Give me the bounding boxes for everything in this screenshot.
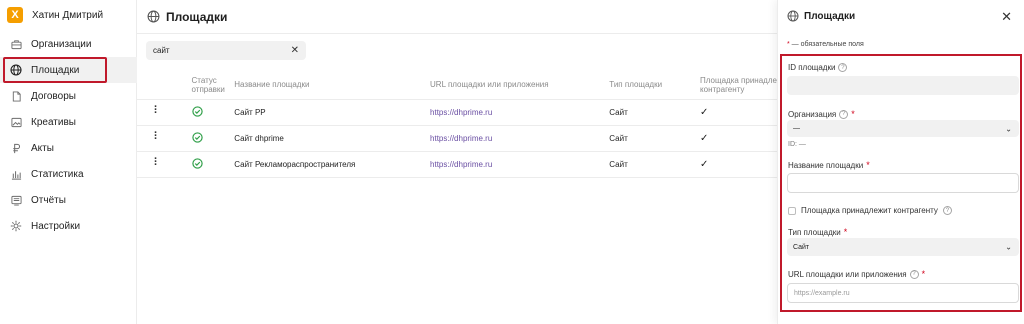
url-input-placeholder: https://example.ru [794,289,850,297]
check-icon: ✓ [700,106,709,118]
sidebar-item-sites[interactable]: Площадки [0,57,137,83]
briefcase-icon [10,38,22,50]
organization-select-value: — [793,125,800,132]
main-header: Площадки [137,0,777,34]
required-star: * [921,269,926,279]
col-menu [137,71,179,99]
app-root: Х Хатин Дмитрий Организации Площадки Дог… [0,0,1024,324]
required-fields-note: * — обязательные поля [787,41,864,48]
bar-chart-icon [10,168,22,180]
row-type: Сайт [609,150,701,178]
globe-icon [787,10,799,22]
site-type-field-label: Тип площадки * [788,227,848,237]
logo-badge: Х [7,7,23,23]
sidebar-item-label: Настройки [31,220,81,232]
row-menu-icon[interactable]: · · · [154,128,158,145]
status-ok-icon [191,105,203,119]
sidebar-item-label: Договоры [31,90,76,102]
check-icon: ✓ [700,132,709,144]
site-form-panel: Площадки ✕ * — обязательные поля ID площ… [777,0,1024,324]
owner-checkbox-label: Площадка принадлежит контрагенту [801,206,938,215]
sidebar-nav: Организации Площадки Договоры Креативы А… [0,31,137,239]
main-content: Площадки сайт ✕ Статус отправки Название… [137,0,777,324]
row-url-link[interactable]: https://dhprime.ru [430,134,492,143]
user-name: Хатин Дмитрий [32,9,104,21]
status-ok-icon [191,131,203,145]
site-type-select[interactable]: Сайт ⌄ [787,238,1019,256]
organization-id-text: ID: — [788,141,806,148]
row-menu-icon[interactable]: · · · [154,154,158,171]
page-title: Площадки [166,9,228,24]
sidebar-item-contracts[interactable]: Договоры [0,83,137,109]
required-star: * [843,227,848,237]
close-icon[interactable]: ✕ [1001,9,1012,25]
col-owner[interactable]: Площадка принадле контрагенту [700,71,777,99]
row-url-link[interactable]: https://dhprime.ru [430,160,492,169]
gear-icon [10,220,22,232]
sidebar-item-settings[interactable]: Настройки [0,213,137,239]
help-icon[interactable]: ? [839,109,849,119]
site-name-field-label: Название площадки * [788,160,870,170]
user-block[interactable]: Х Хатин Дмитрий [7,7,103,23]
search-filter[interactable]: сайт ✕ [146,41,306,60]
site-type-select-value: Сайт [793,243,810,251]
id-field-label: ID площадки ? [788,63,848,72]
sidebar-item-acts[interactable]: Акты [0,135,137,161]
sidebar-item-reports[interactable]: Отчёты [0,187,137,213]
col-name[interactable]: Название площадки [234,71,430,99]
panel-title: Площадки [804,10,856,22]
report-icon [10,194,22,206]
row-url-link[interactable]: https://dhprime.ru [430,108,492,117]
ruble-icon [10,142,22,154]
url-input[interactable]: https://example.ru [787,283,1019,303]
col-url[interactable]: URL площадки или приложения [430,71,609,99]
sidebar-item-label: Площадки [31,64,80,76]
col-type[interactable]: Тип площадки [609,71,700,99]
sidebar-item-label: Креативы [31,116,76,128]
row-name: Сайт РР [234,98,431,125]
help-icon[interactable]: ? [838,63,848,72]
chevron-down-icon: ⌄ [1005,242,1012,252]
sites-table: Статус отправки Название площадки URL пл… [137,71,777,178]
sidebar-item-label: Акты [31,142,54,154]
row-type: Сайт [609,98,701,125]
status-ok-icon [191,157,203,171]
check-icon: ✓ [700,158,709,170]
row-name: Сайт Рекламораспространителя [234,150,431,178]
url-field-label: URL площадки или приложения ? * [788,269,926,279]
row-menu-icon[interactable]: · · · [154,102,158,119]
organization-select[interactable]: — ⌄ [787,120,1019,137]
site-name-input[interactable] [787,173,1019,193]
row-type: Сайт [609,124,701,151]
required-star: * [851,109,855,119]
globe-icon [147,10,160,23]
owner-checkbox-row[interactable]: Площадка принадлежит контрагенту ? [788,206,952,215]
sidebar-item-label: Организации [31,38,92,50]
clear-filter-icon[interactable]: ✕ [291,45,299,56]
organization-field-label: Организация ? * [788,109,855,119]
image-icon [10,116,22,128]
sidebar-item-statistics[interactable]: Статистика [0,161,137,187]
owner-checkbox[interactable] [788,206,796,215]
required-star: * [866,160,870,170]
id-field [787,76,1019,95]
chevron-down-icon: ⌄ [1005,124,1012,133]
row-name: Сайт dhprime [234,124,431,151]
table-row[interactable]: · · · Сайт РР https://dhprime.ru Сайт ✓ [137,98,777,125]
help-icon[interactable]: ? [909,269,919,279]
panel-header: Площадки [778,0,1024,32]
sidebar-item-label: Статистика [31,168,84,180]
table-row[interactable]: · · · Сайт dhprime https://dhprime.ru Сайт… [137,124,777,151]
globe-icon [10,64,22,76]
table-header-row: Статус отправки Название площадки URL пл… [137,71,777,99]
sidebar: Х Хатин Дмитрий Организации Площадки Дог… [0,0,137,324]
sidebar-item-label: Отчёты [31,194,66,206]
col-status[interactable]: Статус отправки [179,71,235,99]
sidebar-item-organizations[interactable]: Организации [0,31,137,57]
help-icon[interactable]: ? [942,206,952,215]
search-filter-value: сайт [153,46,170,55]
sidebar-item-creatives[interactable]: Креативы [0,109,137,135]
document-icon [10,90,22,102]
table-row[interactable]: · · · Сайт Рекламораспространителя https:/… [137,150,777,178]
